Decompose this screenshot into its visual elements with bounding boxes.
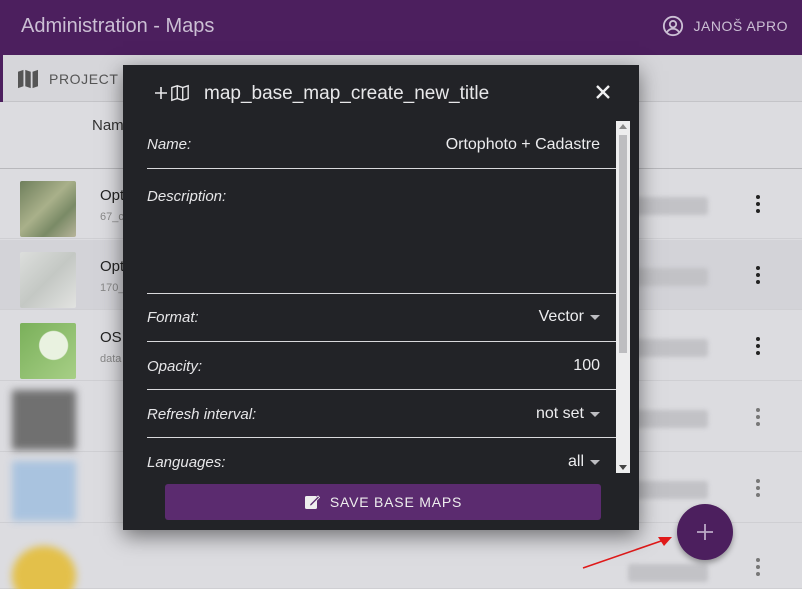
row-blurred-value	[628, 410, 708, 428]
tab-projects-label: PROJECT	[49, 70, 119, 87]
languages-value[interactable]: all	[568, 453, 600, 471]
blurred-thumbnail	[12, 546, 76, 589]
opacity-field[interactable]: Opacity: 100	[147, 342, 616, 390]
dialog-scrollbar[interactable]	[616, 121, 630, 473]
more-vert-icon[interactable]	[750, 473, 766, 503]
row-name: Opt	[100, 187, 125, 204]
close-icon[interactable]	[593, 82, 613, 102]
osm-logo-thumbnail	[20, 323, 76, 379]
add-base-map-button[interactable]	[677, 504, 733, 560]
scrollbar-thumb[interactable]	[619, 135, 627, 353]
create-base-map-dialog: map_base_map_create_new_title Name: Orto…	[123, 65, 639, 530]
more-vert-icon[interactable]	[750, 331, 766, 361]
row-name: OSI	[100, 329, 126, 346]
opacity-input[interactable]: 100	[573, 357, 600, 375]
row-blurred-value	[628, 197, 708, 215]
more-vert-icon[interactable]	[750, 189, 766, 219]
languages-label: Languages:	[147, 454, 226, 471]
account-circle-icon	[662, 15, 683, 37]
scroll-up-icon[interactable]	[619, 124, 627, 129]
refresh-interval-select[interactable]: Refresh interval: not set	[147, 390, 616, 438]
name-label: Name:	[147, 136, 192, 153]
format-label: Format:	[147, 309, 199, 326]
page-title: Administration - Maps	[21, 15, 215, 37]
row-subtitle: data	[100, 353, 122, 365]
map-thumbnail	[20, 252, 76, 308]
dropdown-arrow-icon	[590, 411, 600, 417]
save-base-maps-label: SAVE BASE MAPS	[329, 494, 463, 510]
map-outline-icon	[171, 84, 189, 102]
dialog-title-icons	[154, 84, 190, 102]
tab-projects[interactable]: PROJECT	[0, 55, 133, 102]
map-icon	[18, 69, 38, 88]
plus-icon	[697, 524, 713, 540]
name-field[interactable]: Name: Ortophoto + Cadastre	[147, 121, 616, 169]
blurred-thumbnail	[12, 461, 76, 521]
name-input[interactable]: Ortophoto + Cadastre	[446, 136, 600, 154]
dropdown-arrow-icon	[590, 314, 600, 320]
scroll-down-icon[interactable]	[619, 465, 627, 470]
row-blurred-value	[628, 268, 708, 286]
row-subtitle: 67_c	[100, 211, 124, 223]
map-thumbnail	[20, 181, 76, 237]
dialog-title: map_base_map_create_new_title	[204, 83, 490, 104]
user-menu[interactable]: JANOŠ APRO	[662, 15, 788, 37]
row-blurred-value	[628, 339, 708, 357]
column-header-name[interactable]: Nam	[92, 117, 124, 134]
more-vert-icon[interactable]	[750, 552, 766, 582]
more-vert-icon[interactable]	[750, 260, 766, 290]
user-name: JANOŠ APRO	[693, 18, 788, 34]
plus-icon	[155, 87, 167, 99]
description-field[interactable]: Description:	[147, 169, 616, 294]
edit-note-icon	[304, 495, 320, 509]
refresh-interval-value[interactable]: not set	[536, 405, 600, 423]
dialog-header: map_base_map_create_new_title	[123, 65, 639, 121]
more-vert-icon[interactable]	[750, 402, 766, 432]
format-select[interactable]: Format: Vector	[147, 294, 616, 342]
languages-select[interactable]: Languages: all	[147, 438, 616, 473]
dialog-form: Name: Ortophoto + Cadastre Description: …	[123, 121, 639, 473]
opacity-label: Opacity:	[147, 358, 203, 375]
dropdown-arrow-icon	[590, 459, 600, 465]
row-subtitle: 170_	[100, 282, 125, 294]
annotation-arrow-icon	[582, 537, 672, 569]
refresh-interval-label: Refresh interval:	[147, 406, 257, 423]
row-blurred-value	[628, 481, 708, 499]
row-name: Opt	[100, 258, 125, 275]
description-label: Description:	[147, 188, 227, 205]
format-value[interactable]: Vector	[539, 308, 600, 326]
blurred-thumbnail	[12, 390, 76, 450]
save-base-maps-button[interactable]: SAVE BASE MAPS	[165, 484, 601, 520]
app-bar: Administration - Maps JANOŠ APRO	[0, 0, 802, 55]
